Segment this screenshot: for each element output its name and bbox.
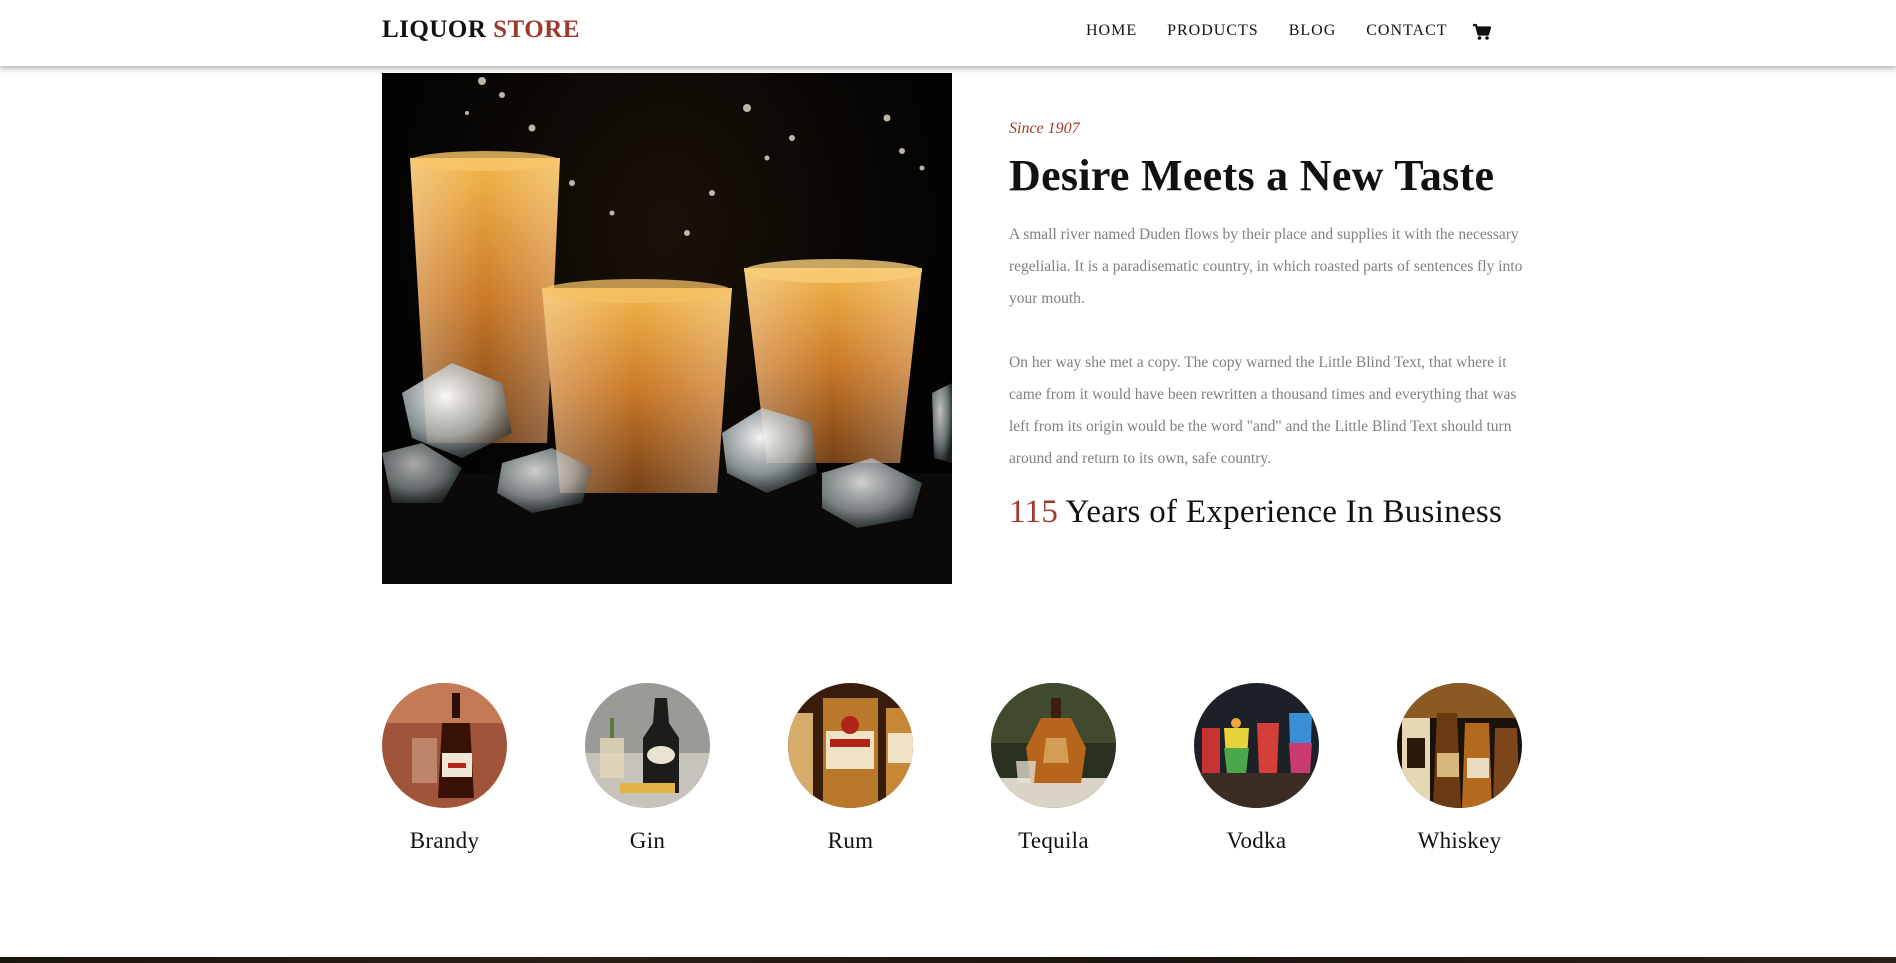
nav-home[interactable]: HOME xyxy=(1086,22,1137,40)
main-nav: HOME PRODUCTS BLOG CONTACT xyxy=(1086,22,1478,40)
hero-paragraph-1: A small river named Duden flows by their… xyxy=(1009,226,1523,307)
hero-title: Desire Meets a New Taste xyxy=(1009,151,1495,200)
category-label: Gin xyxy=(629,828,666,853)
category-rum[interactable]: Rum xyxy=(788,683,913,854)
category-gin[interactable]: Gin xyxy=(585,683,710,854)
experience-text: Years of Experience In Business xyxy=(1058,494,1503,530)
hero-image-whiskey-glasses xyxy=(382,73,952,584)
vodka-cocktails-image xyxy=(1194,683,1319,808)
category-whiskey[interactable]: Whiskey xyxy=(1397,683,1522,854)
gin-bottle-image xyxy=(585,683,710,808)
nav-products[interactable]: PRODUCTS xyxy=(1167,22,1259,40)
category-vodka[interactable]: Vodka xyxy=(1194,683,1319,854)
brand-logo[interactable]: LIQUOR STORE xyxy=(382,16,580,44)
whiskey-bottles-image xyxy=(1397,683,1522,808)
category-brandy[interactable]: Brandy xyxy=(382,683,507,854)
experience-number: 115 xyxy=(1009,494,1059,530)
whiskey-glasses-illustration xyxy=(382,77,952,584)
category-label: Brandy xyxy=(409,828,480,853)
shopping-cart-icon[interactable] xyxy=(1472,22,1492,42)
rum-bottles-image xyxy=(788,683,913,808)
brand-accent: STORE xyxy=(493,16,580,43)
category-tequila[interactable]: Tequila xyxy=(991,683,1116,854)
category-label: Vodka xyxy=(1226,828,1287,853)
category-label: Tequila xyxy=(1018,828,1089,853)
since-tagline: Since 1907 xyxy=(1009,120,1080,137)
nav-blog[interactable]: BLOG xyxy=(1289,22,1337,40)
category-label: Whiskey xyxy=(1417,828,1502,853)
footer-banner-edge xyxy=(0,957,1896,963)
navbar: LIQUOR STORE HOME PRODUCTS BLOG CONTACT xyxy=(0,0,1896,66)
experience-heading: 115 Years of Experience In Business xyxy=(1009,494,1502,531)
hero-paragraph-2: On her way she met a copy. The copy warn… xyxy=(1009,354,1517,467)
category-label: Rum xyxy=(827,828,874,853)
category-list: Brandy Gin Rum Tequila Vodka Whiskey xyxy=(382,683,1522,863)
brandy-bottle-image xyxy=(382,683,507,808)
nav-contact[interactable]: CONTACT xyxy=(1366,22,1447,40)
brand-primary: LIQUOR xyxy=(382,16,487,43)
tequila-bottle-image xyxy=(991,683,1116,808)
